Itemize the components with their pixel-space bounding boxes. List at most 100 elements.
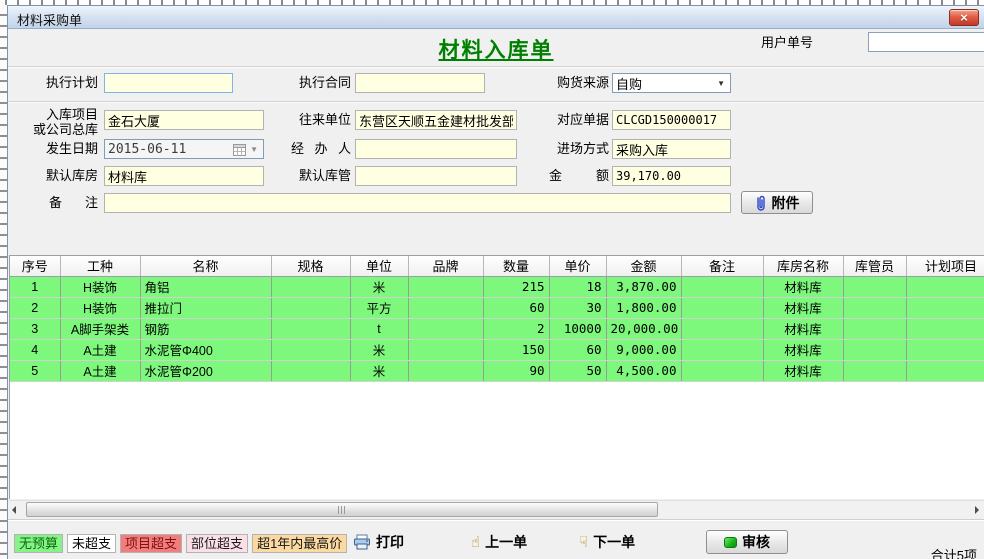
table-cell[interactable]: A土建 [60, 360, 140, 381]
table-row[interactable]: 4A土建水泥管Φ400米150609,000.00材料库 [10, 339, 984, 360]
table-cell[interactable]: 材料库 [763, 360, 843, 381]
table-cell[interactable]: 30 [549, 297, 606, 318]
entry-mode-input[interactable] [612, 139, 731, 159]
previous-record-button[interactable]: ☝ 上一单 [471, 532, 527, 552]
project-input[interactable] [104, 110, 264, 130]
remark-input[interactable] [104, 193, 731, 213]
table-cell[interactable] [906, 276, 984, 297]
default-warehouse-input[interactable] [104, 166, 264, 186]
table-cell[interactable]: 材料库 [763, 276, 843, 297]
table-cell[interactable]: 米 [350, 360, 408, 381]
table-cell[interactable]: 150 [483, 339, 549, 360]
table-row[interactable]: 2H装饰推拉门 平方 60301,800.00 材料库 [10, 297, 984, 318]
table-row[interactable]: 5A土建水泥管Φ200米90504,500.00材料库 [10, 360, 984, 381]
table-cell[interactable]: 米 [350, 276, 408, 297]
close-button[interactable]: × [949, 9, 979, 26]
table-cell[interactable]: t [350, 318, 408, 339]
amount-input[interactable] [612, 166, 731, 186]
table-cell[interactable]: 推拉门 [140, 297, 271, 318]
table-cell[interactable]: H装饰 [60, 297, 140, 318]
column-header[interactable]: 工种 [60, 256, 140, 276]
handler-input[interactable] [355, 139, 517, 159]
print-button[interactable]: 打印 [353, 532, 404, 552]
column-header[interactable]: 单价 [549, 256, 606, 276]
table-cell[interactable] [681, 339, 763, 360]
column-header[interactable]: 库房名称 [763, 256, 843, 276]
exec-contract-input[interactable] [355, 73, 485, 93]
table-cell[interactable]: 90 [483, 360, 549, 381]
next-record-button[interactable]: ☟ 下一单 [579, 532, 635, 552]
occur-date-picker[interactable]: 2015-06-11 ▼ [104, 139, 264, 159]
scroll-left-button[interactable] [9, 501, 25, 518]
column-header[interactable]: 备注 [681, 256, 763, 276]
column-header[interactable]: 序号 [10, 256, 60, 276]
scrollbar-thumb[interactable] [26, 502, 658, 517]
column-header[interactable]: 数量 [483, 256, 549, 276]
exec-plan-input[interactable] [104, 73, 233, 93]
table-cell[interactable] [843, 318, 906, 339]
default-keeper-input[interactable] [355, 166, 517, 186]
table-cell[interactable] [271, 318, 350, 339]
table-cell[interactable]: 材料库 [763, 339, 843, 360]
horizontal-scrollbar[interactable] [9, 500, 984, 517]
table-cell[interactable] [681, 318, 763, 339]
table-cell[interactable]: 1 [10, 276, 60, 297]
scroll-right-button[interactable] [970, 501, 984, 518]
table-cell[interactable]: 平方 [350, 297, 408, 318]
user-no-input[interactable] [868, 32, 984, 52]
table-cell[interactable]: 3,870.00 [606, 276, 681, 297]
table-cell[interactable] [408, 339, 483, 360]
table-cell[interactable] [843, 276, 906, 297]
table-cell[interactable] [681, 360, 763, 381]
table-cell[interactable]: 20,000.00 [606, 318, 681, 339]
table-cell[interactable]: 角铝 [140, 276, 271, 297]
counterpart-input[interactable] [355, 110, 517, 130]
table-cell[interactable] [843, 360, 906, 381]
table-cell[interactable]: 215 [483, 276, 549, 297]
table-cell[interactable]: 水泥管Φ400 [140, 339, 271, 360]
column-header[interactable]: 单位 [350, 256, 408, 276]
table-cell[interactable]: 9,000.00 [606, 339, 681, 360]
audit-button[interactable]: 审核 [706, 530, 788, 554]
table-cell[interactable]: 60 [549, 339, 606, 360]
table-cell[interactable] [681, 297, 763, 318]
column-header[interactable]: 品牌 [408, 256, 483, 276]
table-cell[interactable] [271, 339, 350, 360]
column-header[interactable]: 规格 [271, 256, 350, 276]
table-cell[interactable] [408, 297, 483, 318]
table-row[interactable]: 3A脚手架类钢筋t21000020,000.00材料库 [10, 318, 984, 339]
table-cell[interactable]: 5 [10, 360, 60, 381]
table-cell[interactable]: 材料库 [763, 318, 843, 339]
table-cell[interactable]: 钢筋 [140, 318, 271, 339]
table-cell[interactable] [906, 339, 984, 360]
table-cell[interactable]: 2 [10, 297, 60, 318]
table-cell[interactable] [681, 276, 763, 297]
table-cell[interactable]: 3 [10, 318, 60, 339]
table-cell[interactable]: 材料库 [763, 297, 843, 318]
table-cell[interactable]: A脚手架类 [60, 318, 140, 339]
table-row[interactable]: 1H装饰角铝 米 215183,870.00 材料库 [10, 276, 984, 297]
column-header[interactable]: 名称 [140, 256, 271, 276]
table-cell[interactable] [843, 339, 906, 360]
ref-doc-input[interactable] [612, 110, 731, 130]
table-cell[interactable] [408, 360, 483, 381]
table-cell[interactable]: 4,500.00 [606, 360, 681, 381]
table-cell[interactable]: 水泥管Φ200 [140, 360, 271, 381]
table-cell[interactable] [271, 360, 350, 381]
table-cell[interactable] [408, 318, 483, 339]
table-cell[interactable]: 60 [483, 297, 549, 318]
column-header[interactable]: 金额 [606, 256, 681, 276]
table-cell[interactable] [271, 276, 350, 297]
table-cell[interactable]: 10000 [549, 318, 606, 339]
table-cell[interactable]: H装饰 [60, 276, 140, 297]
table-cell[interactable]: A土建 [60, 339, 140, 360]
attachment-button[interactable]: 附件 [741, 191, 813, 214]
table-cell[interactable] [843, 297, 906, 318]
purchase-source-dropdown[interactable]: 自购 ▼ [612, 73, 731, 93]
table-cell[interactable]: 1,800.00 [606, 297, 681, 318]
table-cell[interactable]: 18 [549, 276, 606, 297]
table-cell[interactable] [271, 297, 350, 318]
column-header[interactable]: 库管员 [843, 256, 906, 276]
table-cell[interactable] [906, 297, 984, 318]
column-header[interactable]: 计划项目 [906, 256, 984, 276]
